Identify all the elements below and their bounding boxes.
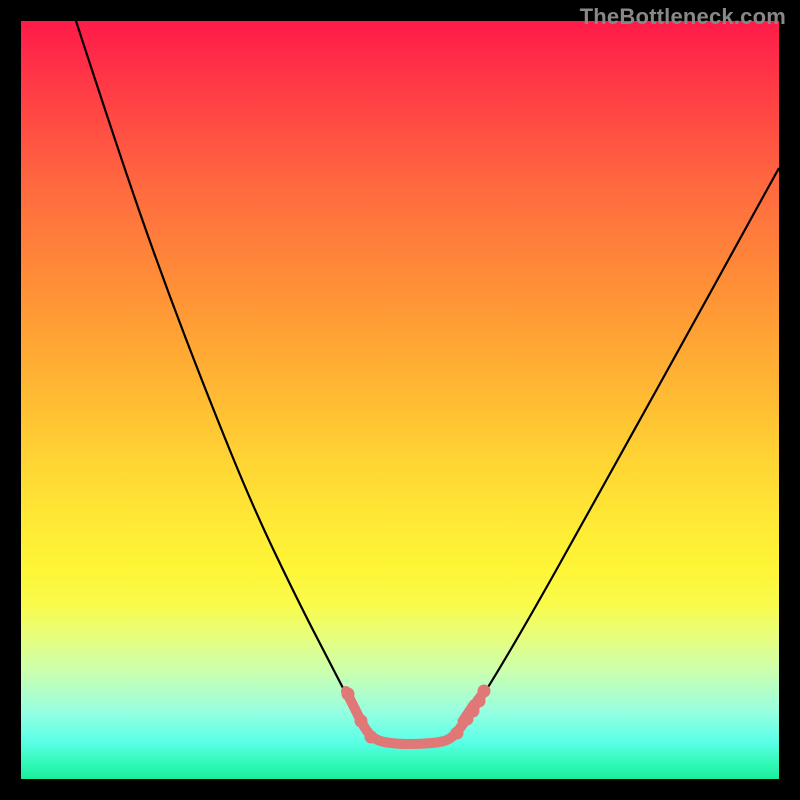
highlight-dot <box>478 685 491 698</box>
chart-plot-area <box>21 21 779 779</box>
watermark-text: TheBottleneck.com <box>580 4 786 30</box>
curve-svg <box>21 21 779 779</box>
highlight-dot <box>365 731 378 744</box>
highlight-dot <box>342 688 355 701</box>
highlight-dot <box>451 727 464 740</box>
bottleneck-curve <box>76 21 779 744</box>
highlight-dot <box>355 715 368 728</box>
